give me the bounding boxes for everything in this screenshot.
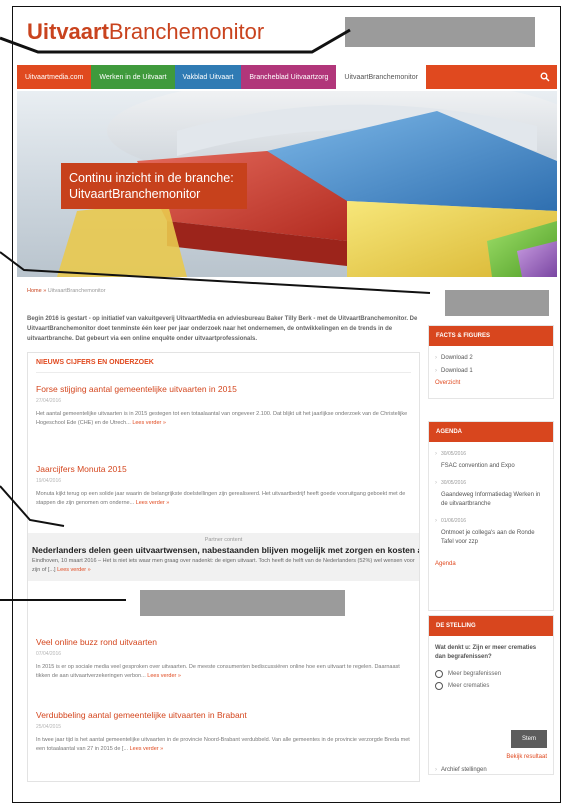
agenda-date: 30/05/2016 [441, 480, 467, 486]
agenda-event-link[interactable]: Ontmoet je collega's aan de Ronde Tafel … [441, 529, 547, 547]
nav-tab-brancheblad[interactable]: Branche​blad Uitvaartzorg [241, 65, 337, 89]
read-more-link[interactable]: Lees verder » [130, 746, 164, 752]
partner-content-block: Partner content Nederlanders delen geen … [28, 533, 419, 581]
poll-archive-link[interactable]: Archief stellingen [441, 766, 487, 775]
article-excerpt: Het aantal gemeentelijke uitvaarten is i… [36, 411, 408, 426]
main-navigation: Uitvaartmedia.com Werken in de Uitvaart … [17, 65, 557, 89]
article-title[interactable]: Verdubbeling aantal gemeentelijke uitvaa… [36, 709, 411, 721]
facts-download-link[interactable]: Download 2 [441, 354, 473, 363]
poll-heading: DE STELLING [429, 616, 553, 636]
search-button[interactable] [533, 65, 557, 89]
nav-tab-vakblad[interactable]: Vakblad Uitvaart [174, 65, 242, 89]
facts-download-link[interactable]: Download 1 [441, 367, 473, 376]
radio-button[interactable] [435, 682, 443, 690]
top-banner-placeholder [345, 17, 535, 47]
poll-body: Wat denkt u: Zijn er meer crematies dan … [429, 636, 553, 773]
view-results-link[interactable]: Bekijk resultaat [506, 754, 547, 760]
hero-caption[interactable]: Continu inzicht in de branche: UitvaartB… [61, 163, 247, 209]
chevron-right-icon: › [435, 355, 437, 361]
facts-figures-widget: FACTS & FIGURES › Download 2 › Download 1 … [428, 325, 554, 399]
article-item: Verdubbeling aantal gemeentelijke uitvaa… [36, 709, 411, 754]
news-panel: NIEUWS CIJFERS EN ONDERZOEK Forse stijgi… [27, 352, 420, 782]
article-title[interactable]: Jaarcijfers Monuta 2015 [36, 463, 411, 475]
partner-label: Partner content [204, 537, 243, 543]
nav-tab-branchemonitor[interactable]: UitvaartBranchemonitor [336, 65, 426, 89]
chevron-right-icon: › [435, 480, 437, 486]
facts-overview-link[interactable]: Overzicht [435, 379, 547, 388]
divider [36, 372, 411, 373]
nav-tab-uitvaartmedia[interactable]: Uitvaartmedia.com [17, 65, 92, 89]
logo-light-text: Branchemonitor [108, 19, 265, 44]
read-more-link[interactable]: Lees verder » [136, 500, 170, 506]
partner-title[interactable]: Nederlanders delen geen uitvaartwensen, … [32, 545, 419, 556]
intro-text: Begin 2016 is gestart - op initiatief va… [27, 316, 418, 342]
facts-heading: FACTS & FIGURES [429, 326, 553, 346]
article-date: 19/04/2016 [36, 478, 62, 484]
article-excerpt: Monuta kijkt terug op een solide jaar wa… [36, 491, 406, 506]
agenda-event-link[interactable]: FSAC convention and Expo [441, 462, 515, 471]
partner-excerpt: Eindhoven, 10 maart 2016 – Het is niet i… [32, 558, 415, 573]
chevron-right-icon: › [435, 767, 437, 773]
agenda-event-link[interactable]: Gaandeweg Informatiedag Werken in de uit… [441, 491, 547, 509]
article-title[interactable]: Veel online buzz rond uitvaarten [36, 636, 411, 648]
vote-button[interactable]: Stem [511, 730, 547, 748]
chevron-right-icon: › [435, 518, 437, 524]
chevron-right-icon: › [435, 451, 437, 457]
read-more-link[interactable]: Lees verder » [132, 420, 166, 426]
nav-tab-werken[interactable]: Werken in de Uitvaart [91, 65, 175, 89]
poll-option-label: Meer begrafenissen [448, 671, 502, 677]
logo-bold-text: Uitvaart [27, 19, 109, 44]
facts-body: › Download 2 › Download 1 Overzicht [429, 346, 553, 392]
page-frame: UitvaartBranchemonitor Uitvaartmedia.com… [12, 6, 561, 803]
breadcrumb: Home » UitvaartBranchemonitor [27, 288, 106, 294]
article-excerpt: In 2015 is er op sociale media veel gesp… [36, 664, 400, 679]
agenda-link[interactable]: Agenda [435, 561, 547, 567]
radio-button[interactable] [435, 670, 443, 678]
breadcrumb-current: UitvaartBranchemonitor [47, 288, 106, 294]
poll-option[interactable]: Meer begrafenissen [435, 670, 547, 678]
agenda-body: › 30/05/2016 FSAC convention and Expo › 30/… [429, 442, 553, 571]
read-more-link[interactable]: Lees verder » [57, 567, 91, 573]
breadcrumb-separator: » [43, 288, 47, 294]
agenda-widget: AGENDA › 30/05/2016 FSAC convention and Ex… [428, 421, 554, 611]
poll-widget: DE STELLING Wat denkt u: Zijn er meer cr… [428, 615, 554, 775]
breadcrumb-home[interactable]: Home [27, 288, 42, 294]
poll-option-label: Meer crematies [448, 683, 490, 689]
chevron-right-icon: › [435, 368, 437, 374]
agenda-date: 30/05/2016 [441, 451, 467, 457]
nav-filler [425, 65, 533, 89]
site-logo[interactable]: UitvaartBranchemonitor [27, 19, 264, 45]
article-excerpt: In twee jaar tijd is het aantal gemeente… [36, 737, 410, 752]
article-item: Jaarcijfers Monuta 2015 19/04/2016 Monut… [36, 463, 411, 508]
agenda-heading: AGENDA [429, 422, 553, 442]
inline-banner-placeholder [140, 590, 345, 616]
article-title[interactable]: Forse stijging aantal gemeentelijke uitv… [36, 383, 411, 395]
poll-option[interactable]: Meer crematies [435, 682, 547, 690]
poll-question: Wat denkt u: Zijn er meer crematies dan … [435, 645, 537, 660]
agenda-date: 01/06/2016 [441, 518, 467, 524]
article-date: 07/04/2016 [36, 651, 62, 657]
search-icon [540, 72, 550, 82]
read-more-link[interactable]: Lees verder » [147, 673, 181, 679]
news-heading: NIEUWS CIJFERS EN ONDERZOEK [36, 359, 154, 366]
mid-banner-placeholder [445, 290, 549, 316]
article-date: 25/04/2015 [36, 724, 62, 730]
article-item: Forse stijging aantal gemeentelijke uitv… [36, 383, 411, 428]
hero-banner: Continu inzicht in de branche: UitvaartB… [17, 91, 557, 277]
article-item: Veel online buzz rond uitvaarten 07/04/2… [36, 636, 411, 681]
article-date: 27/04/2016 [36, 398, 62, 404]
